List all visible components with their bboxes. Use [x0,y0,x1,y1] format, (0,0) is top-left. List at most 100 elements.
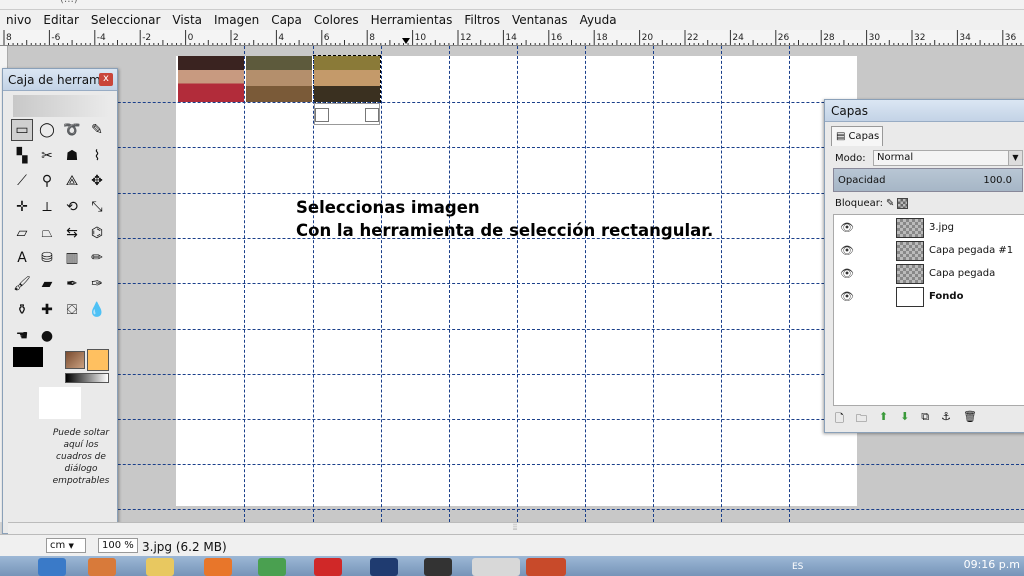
vertical-guide[interactable] [244,46,245,522]
lower-layer-icon[interactable]: ⬇ [900,410,909,429]
crop-icon[interactable]: ⟂ [36,196,58,218]
layer-name[interactable]: Capa pegada [929,268,995,279]
horizontal-scrollbar[interactable]: ⦙⦙ [8,522,1024,534]
cage-icon[interactable]: ⌬ [86,222,108,244]
menu-filters[interactable]: Filtros [458,13,506,27]
paintbrush-icon[interactable]: 🖌 [11,273,33,295]
photoshop-icon[interactable] [370,558,398,576]
opacity-slider[interactable]: Opacidad 100.0 [833,168,1023,192]
perspective-icon[interactable]: ⏢ [36,222,58,244]
bucket-fill-icon[interactable]: ⛁ [36,247,58,269]
vertical-guide[interactable] [313,46,314,522]
delete-layer-icon[interactable]: 🗑 [963,410,977,429]
gradient-swatch[interactable] [65,373,109,383]
video-icon[interactable] [424,558,452,576]
menu-edit[interactable]: Editar [37,13,85,27]
eye-icon[interactable]: 👁 [840,290,854,303]
scissors-icon[interactable]: ✂ [36,145,58,167]
vertical-guide[interactable] [381,46,382,522]
shear-icon[interactable]: ▱ [11,222,33,244]
layer-row[interactable]: 👁 3.jpg [834,217,1024,239]
chevron-down-icon[interactable]: ▼ [1008,151,1022,165]
vertical-guide[interactable] [789,46,790,522]
frida-photo-3-selected[interactable] [313,55,381,103]
raise-layer-icon[interactable]: ⬆ [879,410,888,429]
folder-icon[interactable] [146,558,174,576]
eye-icon[interactable]: 👁 [840,221,854,234]
powerpoint-icon[interactable] [526,558,566,576]
brush-swatch[interactable] [87,349,109,371]
menu-windows[interactable]: Ventanas [506,13,574,27]
menu-layer[interactable]: Capa [265,13,308,27]
free-select-icon[interactable]: ➰ [61,119,83,141]
duplicate-layer-icon[interactable]: ⧉ [921,410,929,429]
eye-icon[interactable]: 👁 [840,267,854,280]
smudge-icon[interactable]: ☚ [11,325,33,347]
chrome-icon[interactable] [258,558,286,576]
paths-icon[interactable]: ⌇ [86,145,108,167]
flip-icon[interactable]: ⇆ [61,222,83,244]
blur-icon[interactable]: 💧 [86,299,108,321]
selection-handle-left[interactable] [315,108,329,122]
eraser-icon[interactable]: ▰ [36,273,58,295]
new-layer-group-icon[interactable]: 🗀 [856,410,867,429]
media-player-icon[interactable] [88,558,116,576]
airbrush-icon[interactable]: ✒ [61,273,83,295]
dodge-burn-icon[interactable]: ● [36,325,58,347]
opera-icon[interactable] [314,558,342,576]
foreground-select-icon[interactable]: ☗ [61,145,83,167]
gimp-icon[interactable] [472,558,520,576]
clock[interactable]: 09:16 p.m [964,558,1020,571]
layer-name[interactable]: Fondo [929,291,963,302]
color-select-icon[interactable]: ▚ [11,145,33,167]
color-picker-icon[interactable]: ⟋ [11,170,33,192]
layer-row[interactable]: 👁 Capa pegada #1 [834,240,1024,262]
vertical-guide[interactable] [449,46,450,522]
mode-dropdown[interactable]: Normal ▼ [873,150,1023,166]
anchor-layer-icon[interactable]: ⚓ [941,410,951,429]
layer-name[interactable]: Capa pegada #1 [929,245,1013,256]
layer-row[interactable]: 👁 Fondo [834,286,1024,308]
vertical-guide[interactable] [721,46,722,522]
zoom-select[interactable]: 100 % ▼ [98,538,138,563]
scale-icon[interactable]: ⤡ [86,196,108,218]
rotate-icon[interactable]: ⟲ [61,196,83,218]
pattern-swatch[interactable] [65,351,85,369]
horizontal-ruler[interactable]: 8 -6 -4 -2 0 2 4 6 8 10 12 14 16 18 20 22 24 26 28 30 32 34 36 [0,30,1024,46]
foreground-color-swatch[interactable] [13,347,43,367]
menu-help[interactable]: Ayuda [574,13,623,27]
lock-alpha-icon[interactable] [897,198,909,209]
lock-pixels-icon[interactable]: ✎ [886,198,894,209]
firefox-icon[interactable] [204,558,232,576]
ink-icon[interactable]: ✑ [86,273,108,295]
clone-icon[interactable]: ⚱ [11,299,33,321]
menu-image[interactable]: Imagen [208,13,265,27]
zoom-icon[interactable]: ⚲ [36,170,58,192]
scrollbar-grip-icon[interactable]: ⦙⦙ [513,523,517,533]
heal-icon[interactable]: ✚ [36,299,58,321]
layer-row[interactable]: 👁 Capa pegada [834,263,1024,285]
vertical-guide[interactable] [517,46,518,522]
tab-layers[interactable]: ▤ Capas [831,126,883,146]
align-icon[interactable]: ✛ [11,196,33,218]
horizontal-guide[interactable] [8,509,1024,510]
close-icon[interactable]: x [99,73,113,86]
layer-name[interactable]: 3.jpg [929,222,954,233]
horizontal-guide[interactable] [8,464,1024,465]
menu-tools[interactable]: Herramientas [365,13,459,27]
perspective-clone-icon[interactable]: ⛋ [61,299,83,321]
ellipse-select-icon[interactable]: ◯ [36,119,58,141]
menu-select[interactable]: Seleccionar [85,13,166,27]
menu-view[interactable]: Vista [166,13,208,27]
eye-icon[interactable]: 👁 [840,244,854,257]
rect-select-icon[interactable]: ▭ [11,119,33,141]
unit-select[interactable]: cm ▼ [46,538,86,553]
ie-icon[interactable] [38,558,66,576]
layers-titlebar[interactable]: Capas [825,100,1024,122]
text-icon[interactable]: A [11,247,33,269]
selection-handles[interactable] [314,103,380,125]
measure-icon[interactable]: ⟁ [61,170,83,192]
move-icon[interactable]: ✥ [86,170,108,192]
menu-file[interactable]: nivo [0,13,37,27]
selection-handle-right[interactable] [365,108,379,122]
